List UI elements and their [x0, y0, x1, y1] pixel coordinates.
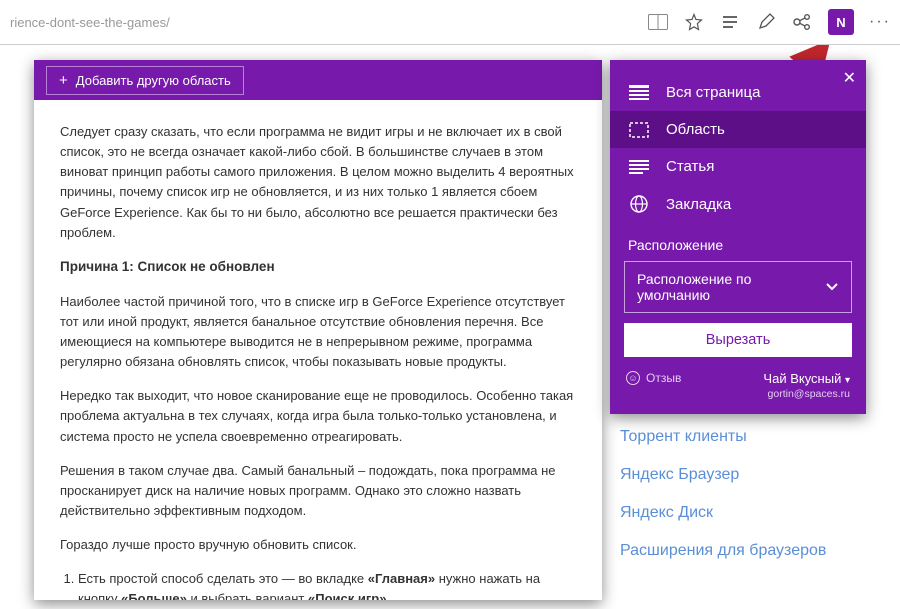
location-dropdown[interactable]: Расположение по умолчанию [624, 261, 852, 313]
reading-list-icon[interactable] [720, 12, 740, 32]
mode-label: Вся страница [666, 84, 760, 101]
chevron-down-icon [825, 282, 839, 292]
body-list-item: Есть простой способ сделать это — во вкл… [78, 569, 576, 600]
body-para: Наиболее частой причиной того, что в спи… [60, 292, 576, 373]
clip-mode-article[interactable]: Статья [610, 148, 866, 185]
chevron-down-icon: ▾ [845, 375, 850, 386]
clip-mode-full-page[interactable]: Вся страница [610, 74, 866, 111]
smiley-icon: ☺ [626, 371, 640, 385]
chrome-icons: N ··· [648, 9, 890, 35]
clip-mode-region[interactable]: Область [610, 111, 866, 148]
page-sidebar-links: Microsoft Word Торрент клиенты Яндекс Бр… [620, 390, 880, 560]
mode-label: Закладка [666, 196, 731, 213]
url-fragment: rience-dont-see-the-games/ [10, 15, 648, 30]
clip-preview-panel: + Добавить другую область Следует сразу … [34, 60, 602, 600]
body-para: Гораздо лучше просто вручную обновить сп… [60, 535, 576, 555]
sidebar-link[interactable]: Яндекс Диск [620, 504, 880, 522]
location-value: Расположение по умолчанию [637, 271, 825, 303]
clip-mode-list: Вся страница Область Статья Закладка [610, 60, 866, 231]
body-para: Следует сразу сказать, что если программ… [60, 122, 576, 243]
mode-label: Статья [666, 158, 714, 175]
mode-label: Область [666, 121, 725, 138]
more-icon[interactable]: ··· [870, 12, 890, 32]
region-icon [628, 122, 650, 138]
clip-mode-bookmark[interactable]: Закладка [610, 185, 866, 223]
article-icon [628, 159, 650, 175]
body-para: Решения в таком случае два. Самый баналь… [60, 461, 576, 521]
add-region-label: Добавить другую область [76, 73, 231, 88]
sidebar-link[interactable]: Расширения для браузеров [620, 542, 880, 560]
add-region-button[interactable]: + Добавить другую область [46, 66, 244, 95]
full-page-icon [628, 85, 650, 101]
onenote-extension-icon[interactable]: N [828, 9, 854, 35]
preview-header: + Добавить другую область [34, 60, 602, 100]
user-name: Чай Вкусный ▾ [763, 371, 850, 386]
reading-view-icon[interactable] [648, 12, 668, 32]
location-label: Расположение [610, 231, 866, 261]
user-email: gortin@spaces.ru [768, 388, 850, 400]
body-heading: Причина 1: Список не обновлен [60, 257, 576, 278]
favorite-star-icon[interactable] [684, 12, 704, 32]
close-icon[interactable]: ✕ [843, 68, 856, 88]
sidebar-link[interactable]: Яндекс Браузер [620, 466, 880, 484]
browser-top-bar: rience-dont-see-the-games/ N ··· [0, 0, 900, 45]
user-account[interactable]: Чай Вкусный ▾ gortin@spaces.ru [763, 371, 850, 400]
bookmark-globe-icon [628, 195, 650, 213]
panel-footer: ☺ Отзыв Чай Вкусный ▾ gortin@spaces.ru [610, 367, 866, 404]
preview-body: Следует сразу сказать, что если программ… [34, 100, 602, 600]
clip-button[interactable]: Вырезать [624, 323, 852, 357]
share-icon[interactable] [792, 12, 812, 32]
onenote-clipper-panel: ✕ Вся страница Область Статья Закладка [610, 60, 866, 414]
body-para: Нередко так выходит, что новое сканирова… [60, 386, 576, 446]
feedback-link[interactable]: ☺ Отзыв [626, 371, 681, 385]
plus-icon: + [59, 72, 68, 89]
sidebar-link[interactable]: Торрент клиенты [620, 428, 880, 446]
notes-pen-icon[interactable] [756, 12, 776, 32]
